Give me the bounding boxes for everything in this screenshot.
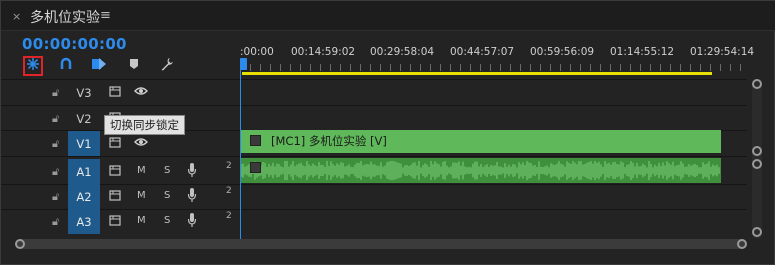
snap-button[interactable]	[56, 56, 76, 76]
settings-button[interactable]	[157, 56, 177, 76]
solo-button[interactable]: S	[164, 215, 170, 226]
scroll-handle-bottom[interactable]	[752, 227, 762, 237]
track-header-v3: 🔓︎ V3	[1, 80, 241, 105]
lock-icon[interactable]: 🔓︎	[52, 190, 59, 204]
sync-lock-icon[interactable]	[109, 137, 121, 151]
mute-button[interactable]: M	[137, 165, 146, 176]
ruler-label: 01:29:54:14	[690, 46, 755, 58]
track-header-a1: 🔓︎ A1 M S 2	[1, 159, 241, 184]
track-header-a2: 🔓︎ A2 M S 2	[1, 184, 241, 209]
sync-lock-tooltip: 切换同步锁定	[104, 115, 185, 135]
ruler-label: 00:14:59:02	[291, 46, 356, 58]
sync-lock-icon[interactable]	[109, 190, 121, 204]
timeline-panel: × 多机位实验 ≡ 00:00:00:00:00:00 00:14:59:02…	[0, 0, 775, 265]
track-header-a3: 🔓︎ A3 M S 2	[1, 209, 241, 234]
lock-icon[interactable]: 🔓︎	[52, 165, 59, 179]
ruler-label: 01:14:55:12	[610, 46, 675, 58]
sync-lock-icon[interactable]	[109, 86, 121, 100]
zoom-handle-left[interactable]	[15, 239, 25, 249]
linked-selection-icon	[26, 57, 40, 75]
playhead-timecode[interactable]: 00:00:00:00	[22, 35, 127, 53]
clip-label: [MC1] 多机位实验 [V]	[271, 134, 387, 148]
ruler-label: 00:29:58:04	[370, 46, 435, 58]
fx-badge-icon	[250, 162, 261, 173]
audio-waveform	[241, 161, 720, 180]
zoom-handle-right[interactable]	[737, 239, 747, 249]
tab-bar: × 多机位实验 ≡	[1, 1, 775, 31]
wrench-icon	[160, 57, 174, 75]
fx-badge-icon	[250, 135, 261, 146]
playhead-line[interactable]	[240, 71, 241, 239]
panel-menu-icon[interactable]: ≡	[100, 8, 111, 23]
solo-button[interactable]: S	[164, 165, 170, 176]
track-target-a2[interactable]: A2	[68, 184, 100, 209]
scroll-handle-divider-top[interactable]	[752, 146, 762, 156]
track-target-v2[interactable]: V2	[68, 106, 100, 131]
microphone-icon[interactable]	[187, 187, 197, 207]
zoom-scroll-bar[interactable]	[15, 239, 745, 249]
eye-icon[interactable]	[134, 136, 148, 151]
ruler-label: 00:59:56:09	[530, 46, 595, 58]
track-target-a1[interactable]: A1	[68, 159, 100, 184]
vertical-scrollbar[interactable]	[746, 79, 766, 239]
marker-icon	[129, 58, 139, 74]
track-target-v1[interactable]: V1	[68, 131, 100, 156]
sync-lock-icon[interactable]	[109, 165, 121, 179]
snap-icon	[59, 57, 73, 75]
time-ruler[interactable]: :00:00 00:14:59:02 00:29:58:04 00:44:57:…	[240, 41, 754, 79]
add-edit-icon	[91, 57, 107, 75]
track-target-a3[interactable]: A3	[68, 209, 100, 234]
lock-icon[interactable]: 🔓︎	[52, 215, 59, 229]
close-tab-icon[interactable]: ×	[12, 10, 21, 23]
lock-icon[interactable]: 🔓︎	[52, 112, 59, 126]
channel-count: 2	[226, 161, 232, 171]
ruler-label: :00:00	[240, 46, 274, 58]
microphone-icon[interactable]	[187, 212, 197, 232]
mute-button[interactable]: M	[137, 215, 146, 226]
lock-icon[interactable]: 🔓︎	[52, 86, 59, 100]
channel-count: 2	[226, 211, 232, 221]
track-separator	[1, 156, 747, 157]
scroll-handle-divider-bottom[interactable]	[752, 159, 762, 169]
microphone-icon[interactable]	[187, 162, 197, 182]
lock-icon[interactable]: 🔓︎	[52, 137, 59, 151]
solo-button[interactable]: S	[164, 190, 170, 201]
track-target-v3[interactable]: V3	[68, 80, 100, 105]
sync-lock-icon[interactable]	[109, 215, 121, 229]
horizontal-scrollbar[interactable]	[15, 237, 755, 251]
eye-icon[interactable]	[134, 85, 148, 100]
scroll-handle-top[interactable]	[752, 79, 762, 89]
audio-clip-mc1[interactable]	[241, 158, 721, 183]
ruler-label: 00:44:57:07	[450, 46, 515, 58]
ruler-ticks	[240, 64, 750, 71]
sequence-tab-title[interactable]: 多机位实验	[30, 7, 100, 27]
mute-button[interactable]: M	[137, 190, 146, 201]
video-clip-mc1[interactable]: [MC1] 多机位实验 [V]	[241, 130, 721, 153]
linked-selection-button[interactable]	[23, 56, 43, 76]
add-marker-button[interactable]	[124, 56, 144, 76]
linked-edit-button[interactable]	[89, 56, 109, 76]
channel-count: 2	[226, 186, 232, 196]
work-area-bar[interactable]	[242, 72, 712, 75]
playhead-handle[interactable]	[240, 58, 247, 70]
